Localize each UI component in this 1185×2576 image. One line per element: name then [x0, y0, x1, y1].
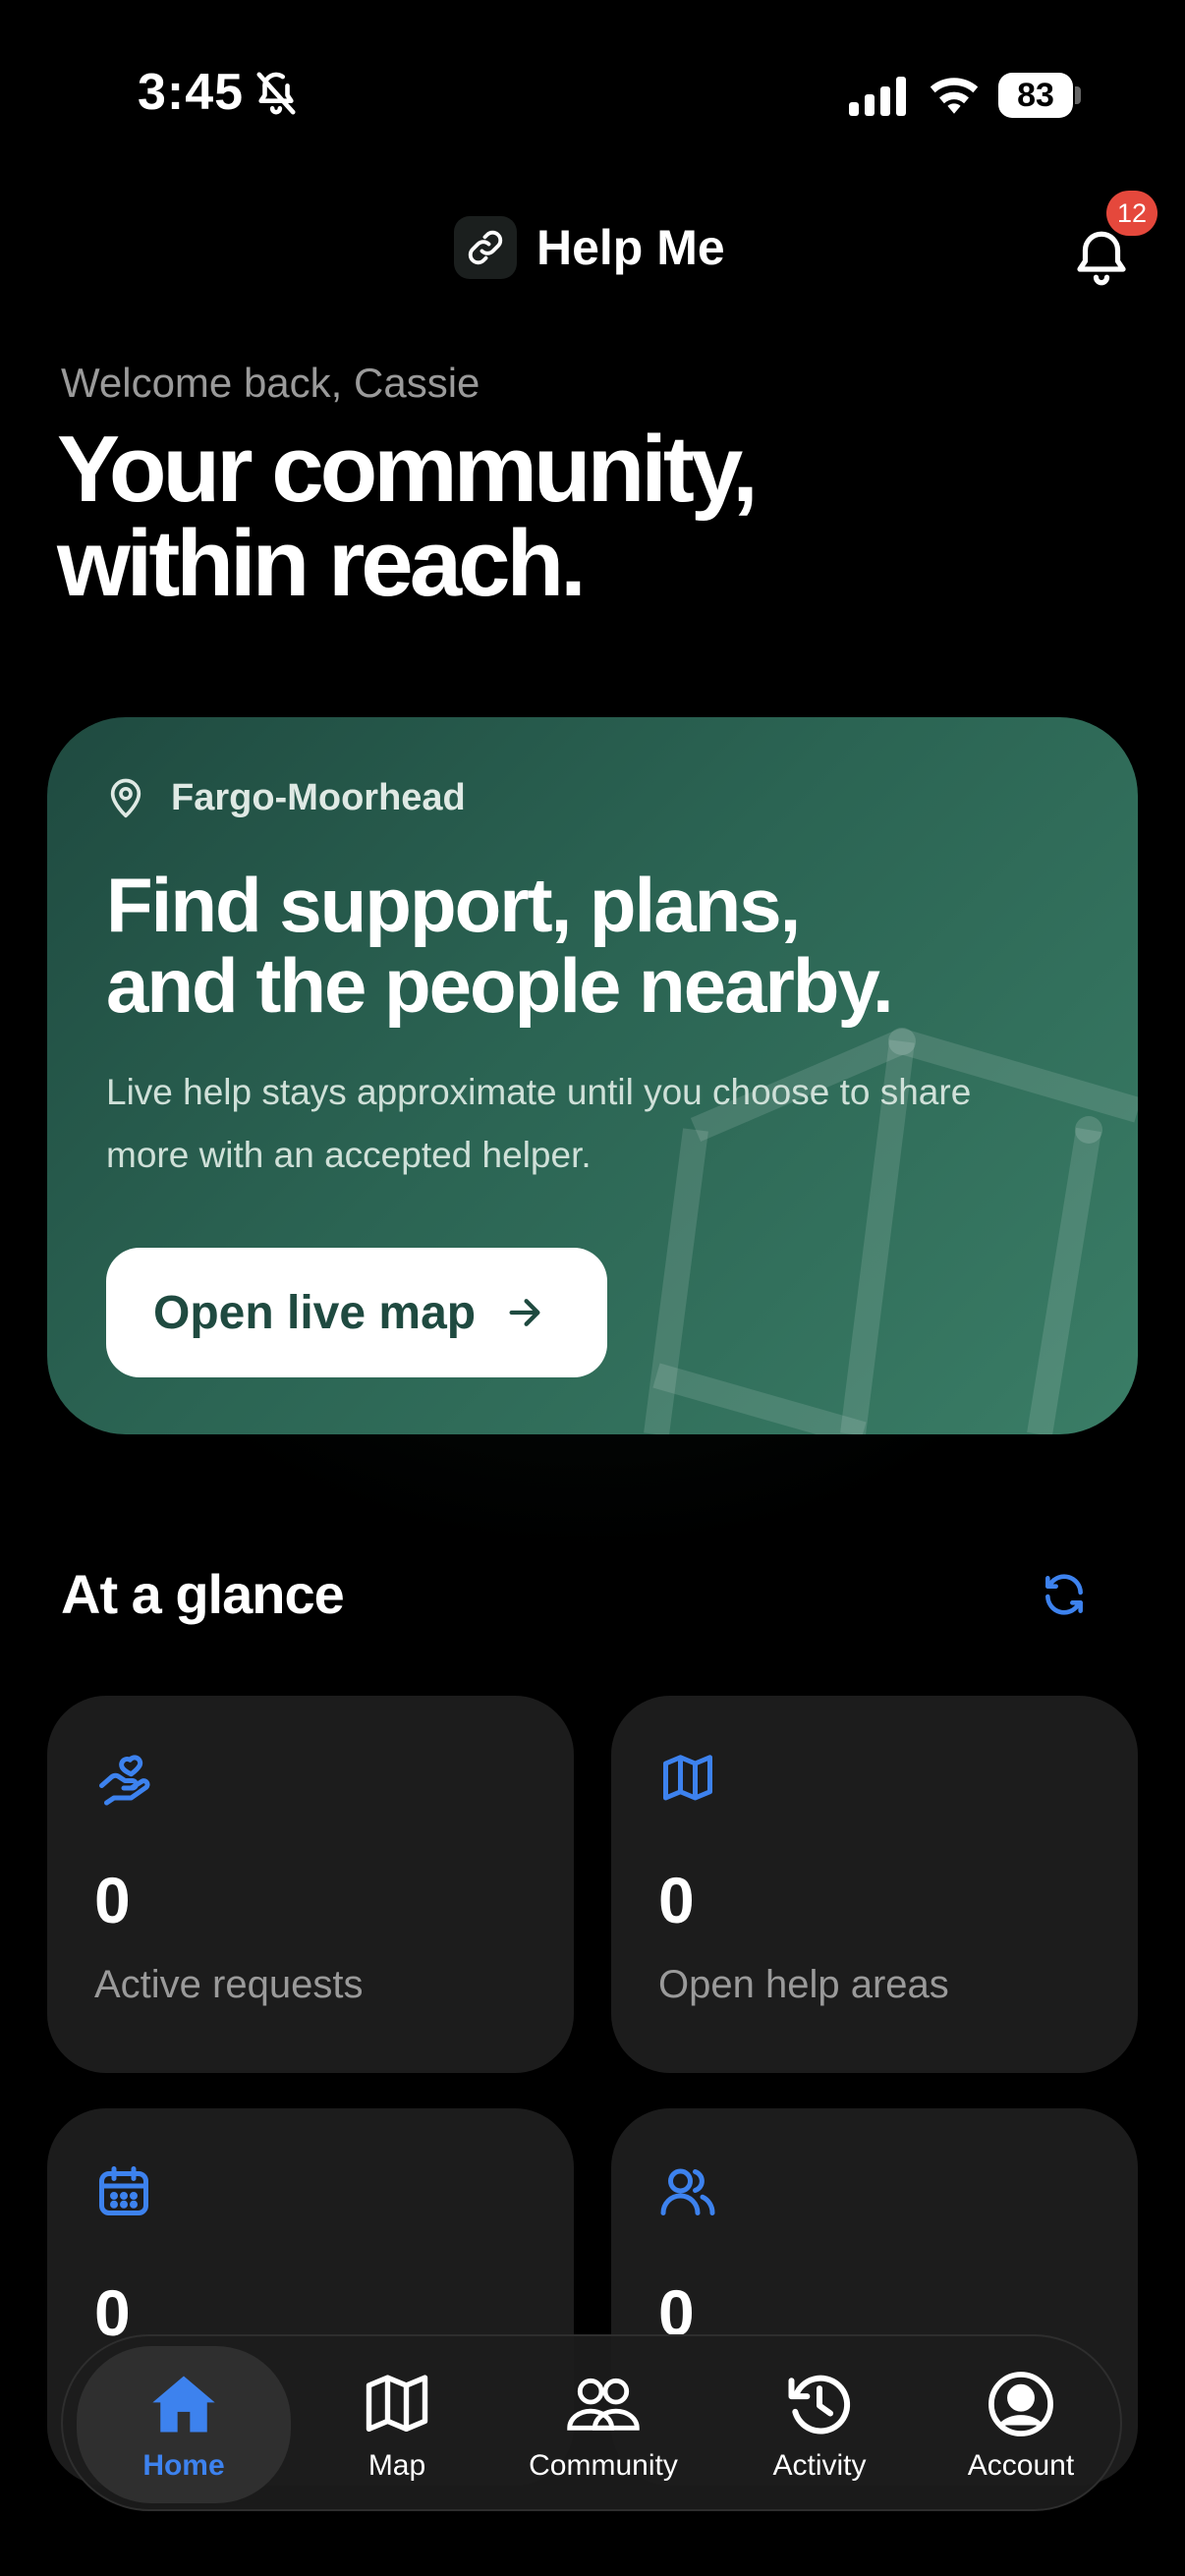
- tab-home[interactable]: Home: [77, 2346, 291, 2503]
- hero-description: Live help stays approximate until you ch…: [106, 1072, 972, 1175]
- tab-label: Activity: [772, 2449, 867, 2482]
- tab-activity[interactable]: Activity: [721, 2336, 918, 2513]
- wifi-icon: [930, 78, 979, 114]
- status-time: 3:45: [138, 64, 245, 121]
- brand-name: Help Me: [536, 220, 725, 275]
- refresh-icon[interactable]: [1040, 1570, 1089, 1619]
- open-live-map-label: Open live map: [153, 1286, 477, 1339]
- location-name: Fargo-Moorhead: [171, 776, 466, 818]
- hero-title-line-1: Find support, plans,: [106, 862, 801, 948]
- home-icon: [152, 2376, 215, 2433]
- people-icon: [660, 2168, 715, 2215]
- cellular-signal-icon: [849, 77, 906, 116]
- stat-label: Active requests: [94, 1963, 364, 2006]
- stat-card-open-help-areas[interactable]: 0 Open help areas: [611, 1696, 1138, 2073]
- welcome-greeting: Welcome back, Cassie: [61, 360, 480, 406]
- tab-account[interactable]: Account: [928, 2336, 1114, 2513]
- app-header: Help Me: [0, 206, 1185, 295]
- brand: Help Me: [454, 216, 725, 279]
- tab-bar: Home Map Community Activity Account: [61, 2334, 1122, 2511]
- battery-indicator: 83: [998, 73, 1081, 118]
- location-pin-icon: [110, 778, 141, 818]
- link-icon: [454, 216, 517, 279]
- hero-card: Fargo-Moorhead Find support, plans, and …: [47, 717, 1138, 1434]
- history-icon: [788, 2375, 851, 2435]
- tab-community[interactable]: Community: [495, 2336, 711, 2513]
- hero-title: Find support, plans, and the people near…: [106, 865, 1089, 1026]
- bell-off-icon: [256, 72, 296, 115]
- notification-badge: 12: [1106, 191, 1157, 236]
- headline-line-1: Your community,: [57, 417, 759, 522]
- tab-map[interactable]: Map: [318, 2336, 476, 2513]
- notification-bell-icon[interactable]: [1069, 226, 1134, 291]
- battery-level: 83: [1017, 77, 1054, 114]
- status-bar: 3:45 83: [0, 0, 1185, 187]
- tab-label: Account: [967, 2449, 1075, 2482]
- calendar-icon: [99, 2166, 148, 2215]
- location-label: Fargo-Moorhead: [106, 776, 466, 819]
- tab-label: Map: [367, 2449, 426, 2482]
- hero-title-line-2: and the people nearby.: [106, 942, 894, 1029]
- map-icon: [366, 2375, 428, 2433]
- account-icon: [988, 2372, 1053, 2436]
- stat-label: Open help areas: [658, 1963, 949, 2006]
- stat-card-active-requests[interactable]: 0 Active requests: [47, 1696, 574, 2073]
- page-headline: Your community, within reach.: [57, 417, 759, 616]
- open-live-map-button[interactable]: Open live map: [106, 1248, 607, 1377]
- section-title-at-a-glance: At a glance: [61, 1563, 345, 1625]
- stat-value: 0: [94, 1864, 131, 1936]
- stat-value: 0: [658, 1864, 695, 1936]
- map-icon: [663, 1755, 712, 1801]
- tab-label: Community: [529, 2449, 678, 2482]
- arrow-right-icon: [509, 1299, 540, 1326]
- tab-label: Home: [142, 2449, 225, 2482]
- helping-hand-icon: [99, 1755, 150, 1806]
- headline-line-2: within reach.: [57, 511, 587, 616]
- community-icon: [567, 2378, 640, 2431]
